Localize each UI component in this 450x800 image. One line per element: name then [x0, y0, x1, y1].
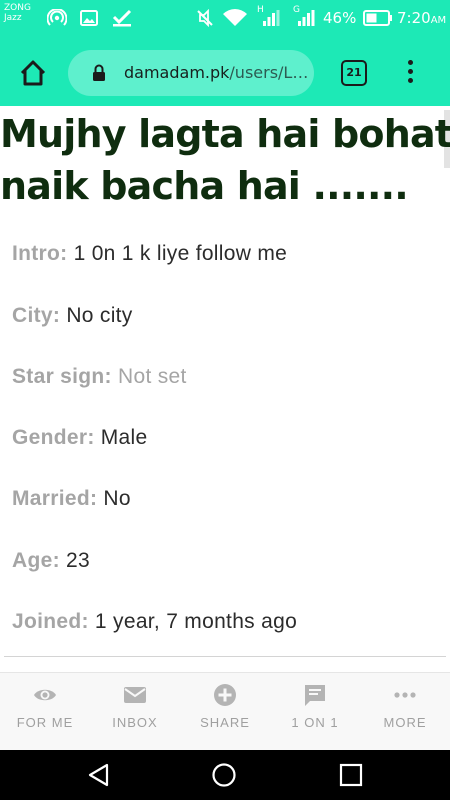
- bottom-nav: FOR ME INBOX SHARE 1 ON 1 MORE: [0, 672, 450, 750]
- eye-icon: [34, 689, 56, 701]
- field-value: No: [103, 487, 131, 510]
- url-domain: damadam.pk: [124, 63, 230, 82]
- field-gender: Gender: Male: [12, 426, 147, 450]
- field-star-sign: Star sign: Not set: [12, 365, 187, 389]
- divider: [4, 656, 446, 657]
- nav-label: SHARE: [200, 715, 250, 730]
- nav-inbox[interactable]: INBOX: [90, 673, 180, 751]
- url-bar[interactable]: damadam.pk/users/L…: [68, 50, 314, 96]
- wifi-icon: [223, 9, 247, 26]
- system-nav-bar: [0, 750, 450, 800]
- field-city: City: No city: [12, 304, 133, 328]
- page-title: Mujhy lagta hai bohat naik bacha hai ...…: [0, 112, 450, 208]
- browser-toolbar: damadam.pk/users/L… 21: [0, 38, 450, 106]
- back-icon[interactable]: [86, 762, 112, 788]
- field-label: Married:: [12, 487, 98, 510]
- field-value: 1 0n 1 k liye follow me: [73, 242, 288, 265]
- url-path: /users/L…: [229, 63, 309, 82]
- field-label: Joined:: [12, 610, 89, 633]
- nav-label: 1 ON 1: [291, 715, 339, 730]
- battery-icon: [363, 10, 392, 26]
- gallery-icon: [80, 10, 98, 26]
- status-bar: ZONG Jazz H G 46% 7:20AM: [0, 0, 450, 38]
- signal-icon: [263, 10, 280, 26]
- field-label: Gender:: [12, 426, 95, 449]
- field-age: Age: 23: [12, 549, 90, 573]
- nav-more[interactable]: MORE: [360, 673, 450, 751]
- carrier-line-2: Jazz: [4, 13, 22, 23]
- nav-label: FOR ME: [16, 715, 74, 730]
- field-label: Age:: [12, 549, 60, 572]
- url-text: damadam.pk/users/L…: [124, 63, 308, 82]
- mute-icon: [197, 9, 213, 27]
- battery-percent: 46%: [323, 9, 357, 27]
- home-circle-icon[interactable]: [211, 762, 237, 788]
- field-value: Male: [100, 426, 148, 449]
- clock-time: 7:20: [397, 9, 431, 27]
- lock-icon: [93, 64, 105, 81]
- nav-1on1[interactable]: 1 ON 1: [270, 673, 360, 751]
- more-vert-icon[interactable]: [402, 58, 418, 88]
- field-value: No city: [66, 304, 133, 327]
- field-label: Intro:: [12, 242, 68, 265]
- carrier-line-1: ZONG: [4, 3, 31, 13]
- nav-label: INBOX: [112, 715, 158, 730]
- profile-content: Mujhy lagta hai bohat naik bacha hai ...…: [0, 106, 450, 672]
- field-label: Star sign:: [12, 365, 112, 388]
- clock-ampm: AM: [430, 15, 447, 26]
- field-married: Married: No: [12, 487, 131, 511]
- carrier-name: ZONG Jazz: [4, 3, 31, 23]
- signal-icon-2: [298, 10, 315, 26]
- field-intro: Intro: 1 0n 1 k liye follow me: [12, 242, 287, 266]
- hotspot-icon: [47, 9, 67, 26]
- home-icon[interactable]: [18, 58, 48, 88]
- clock: 7:20AM: [397, 9, 446, 27]
- add-circle-icon: [214, 684, 236, 706]
- mail-icon: [124, 687, 146, 703]
- field-joined: Joined: 1 year, 7 months ago: [12, 610, 297, 634]
- nav-share[interactable]: SHARE: [180, 673, 270, 751]
- field-value: 23: [66, 549, 90, 572]
- recents-icon[interactable]: [338, 762, 364, 788]
- more-horiz-icon: [394, 692, 416, 698]
- check-icon: [112, 9, 132, 27]
- field-value: Not set: [118, 365, 187, 388]
- chat-icon: [305, 685, 325, 706]
- nav-label: MORE: [383, 715, 427, 730]
- nav-for-me[interactable]: FOR ME: [0, 673, 90, 751]
- tab-switcher-button[interactable]: 21: [341, 60, 367, 86]
- field-value: 1 year, 7 months ago: [94, 610, 298, 633]
- tab-count: 21: [346, 66, 362, 79]
- field-label: City:: [12, 304, 61, 327]
